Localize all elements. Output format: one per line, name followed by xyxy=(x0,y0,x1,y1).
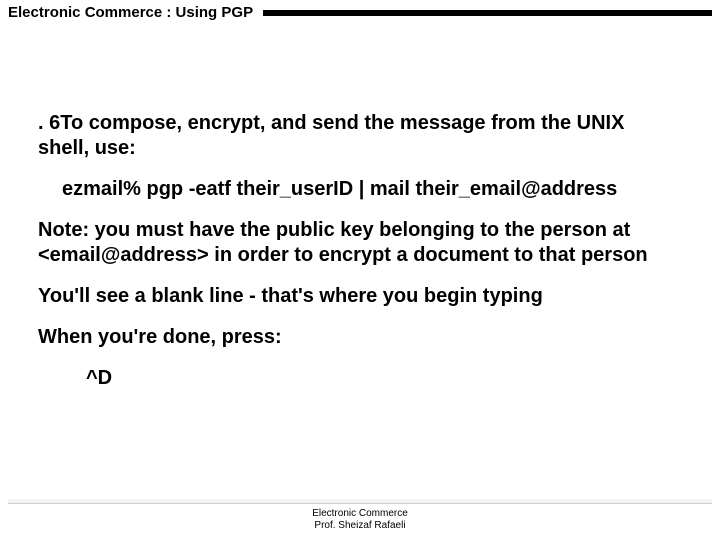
header-title: Electronic Commerce : Using PGP xyxy=(0,4,263,21)
body-paragraph-1: . 6To compose, encrypt, and send the mes… xyxy=(38,111,680,161)
body-command-line: ezmail% pgp -eatf their_userID | mail th… xyxy=(38,177,680,202)
header-divider xyxy=(263,10,712,16)
body-note: Note: you must have the public key belon… xyxy=(38,218,680,268)
slide-footer: Electronic Commerce Prof. Sheizaf Rafael… xyxy=(0,508,720,532)
footer-line-2: Prof. Sheizaf Rafaeli xyxy=(0,520,720,532)
body-paragraph-5: When you're done, press: xyxy=(38,325,680,350)
slide-body: . 6To compose, encrypt, and send the mes… xyxy=(0,21,720,391)
footer-rule xyxy=(8,503,712,504)
footer-line-1: Electronic Commerce xyxy=(0,508,720,520)
slide: Electronic Commerce : Using PGP . 6To co… xyxy=(0,0,720,540)
body-ctrl-d: ^D xyxy=(38,366,680,391)
body-paragraph-4: You'll see a blank line - that's where y… xyxy=(38,284,680,309)
slide-header: Electronic Commerce : Using PGP xyxy=(0,0,720,21)
